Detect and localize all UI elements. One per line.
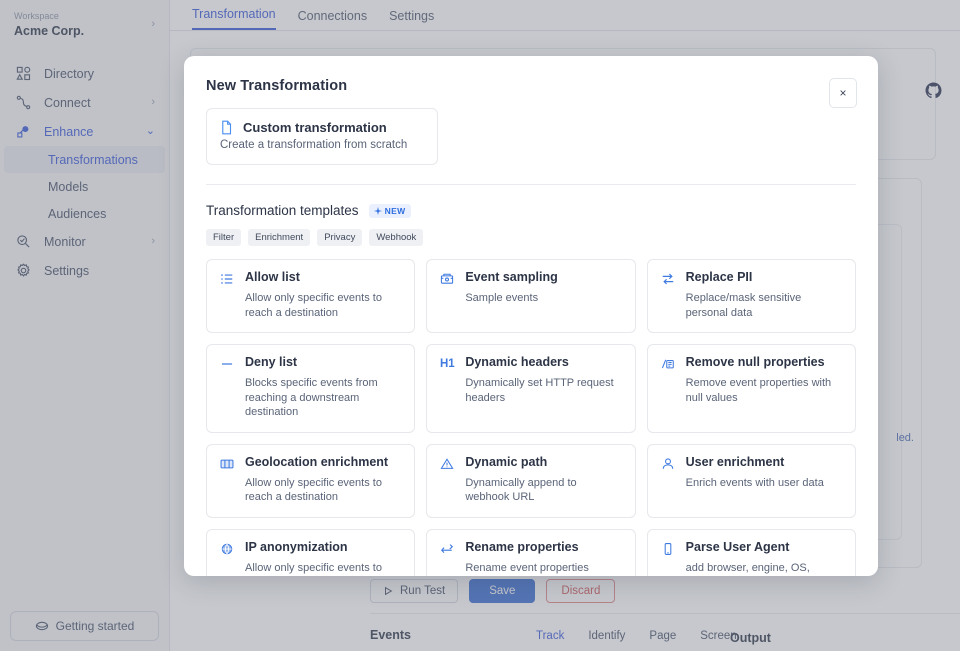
template-card-dynamic-headers[interactable]: H1 Dynamic headers Dynamically set HTTP …	[426, 344, 636, 433]
chip-webhook[interactable]: Webhook	[369, 229, 424, 246]
template-title: IP anonymization	[245, 539, 348, 554]
swap-arrows-icon	[660, 271, 676, 287]
template-title: Rename properties	[465, 539, 579, 554]
template-subtitle: Sample events	[465, 292, 539, 304]
user-icon	[660, 456, 676, 472]
sampling-icon	[439, 271, 455, 287]
close-icon: ×	[839, 86, 847, 100]
close-button[interactable]: ×	[829, 78, 857, 108]
template-title: Parse User Agent	[685, 539, 790, 554]
template-subtitle: Replace/mask sensitive personal data	[685, 292, 802, 319]
template-grid: Allow list Allow only specific events to…	[206, 259, 856, 576]
template-subtitle: Allow only specific events to reach a de…	[245, 561, 382, 574]
globe-icon	[219, 541, 235, 557]
map-icon	[219, 456, 235, 472]
template-title: Replace PII	[685, 270, 753, 284]
template-card-remove-null-properties[interactable]: Remove null properties Remove event prop…	[646, 344, 856, 433]
new-badge: NEW	[368, 203, 411, 218]
template-title: Dynamic headers	[465, 355, 569, 369]
template-title: Geolocation enrichment	[245, 454, 389, 469]
template-card-event-sampling[interactable]: Event sampling Sample events	[426, 259, 636, 333]
template-title: Event sampling	[465, 270, 558, 284]
template-card-replace-pii[interactable]: Replace PII Replace/mask sensitive perso…	[646, 259, 856, 333]
custom-transformation-card[interactable]: Custom transformation Create a transform…	[206, 108, 438, 165]
template-card-ip-anonymization[interactable]: IP anonymization Allow only specific eve…	[206, 528, 416, 576]
template-subtitle: Dynamically append to webhook URL	[465, 476, 577, 504]
template-title: Remove null properties	[685, 355, 825, 369]
templates-heading: Transformation templates	[206, 203, 359, 218]
template-subtitle: Remove event properties with null values	[685, 377, 832, 404]
minus-icon	[219, 356, 235, 372]
modal-divider	[206, 184, 856, 185]
template-card-user-enrichment[interactable]: User enrichment Enrich events with user …	[646, 443, 856, 518]
template-subtitle: Enrich events with user data	[685, 476, 824, 489]
chip-filter[interactable]: Filter	[206, 229, 242, 246]
template-card-parse-user-agent[interactable]: Parse User Agent add browser, engine, OS…	[646, 528, 856, 576]
template-title: User enrichment	[685, 454, 785, 469]
new-transformation-modal: New Transformation × Custom transformati…	[184, 56, 878, 576]
template-card-allow-list[interactable]: Allow list Allow only specific events to…	[206, 259, 416, 333]
chip-enrichment[interactable]: Enrichment	[248, 229, 311, 246]
h1-icon: H1	[439, 358, 455, 370]
template-subtitle: Rename event properties	[465, 561, 589, 574]
custom-transformation-subtitle: Create a transformation from scratch	[220, 139, 408, 151]
template-subtitle: Allow only specific events to reach a de…	[245, 292, 382, 319]
template-filter-chips: Filter Enrichment Privacy Webhook	[206, 229, 856, 246]
template-title: Deny list	[245, 355, 298, 369]
mobile-icon	[660, 541, 676, 557]
app-root: Workspace Acme Corp. › Directory Connect…	[0, 0, 960, 651]
remove-null-icon	[660, 356, 676, 372]
new-badge-label: NEW	[384, 205, 406, 216]
warning-triangle-icon	[439, 456, 455, 472]
template-card-dynamic-path[interactable]: Dynamic path Dynamically append to webho…	[426, 443, 636, 518]
file-icon	[220, 120, 233, 135]
template-title: Dynamic path	[465, 454, 548, 469]
template-title: Allow list	[245, 270, 300, 284]
template-subtitle: Dynamically set HTTP request headers	[465, 377, 614, 404]
templates-header: Transformation templates NEW	[206, 203, 856, 218]
template-card-rename-properties[interactable]: Rename properties Rename event propertie…	[426, 528, 636, 576]
chip-privacy[interactable]: Privacy	[317, 229, 363, 246]
sparkle-icon	[373, 206, 382, 215]
rename-icon	[439, 541, 455, 557]
template-subtitle: Allow only specific events to reach a de…	[245, 476, 382, 504]
custom-transformation-title: Custom transformation	[243, 120, 387, 135]
template-card-deny-list[interactable]: Deny list Blocks specific events from re…	[206, 344, 416, 433]
template-subtitle: add browser, engine, OS, device and CPU …	[685, 561, 810, 574]
modal-title: New Transformation	[206, 78, 348, 94]
template-card-geolocation-enrichment[interactable]: Geolocation enrichment Allow only specif…	[206, 443, 416, 518]
list-icon	[219, 271, 235, 287]
template-subtitle: Blocks specific events from reaching a d…	[245, 377, 378, 418]
